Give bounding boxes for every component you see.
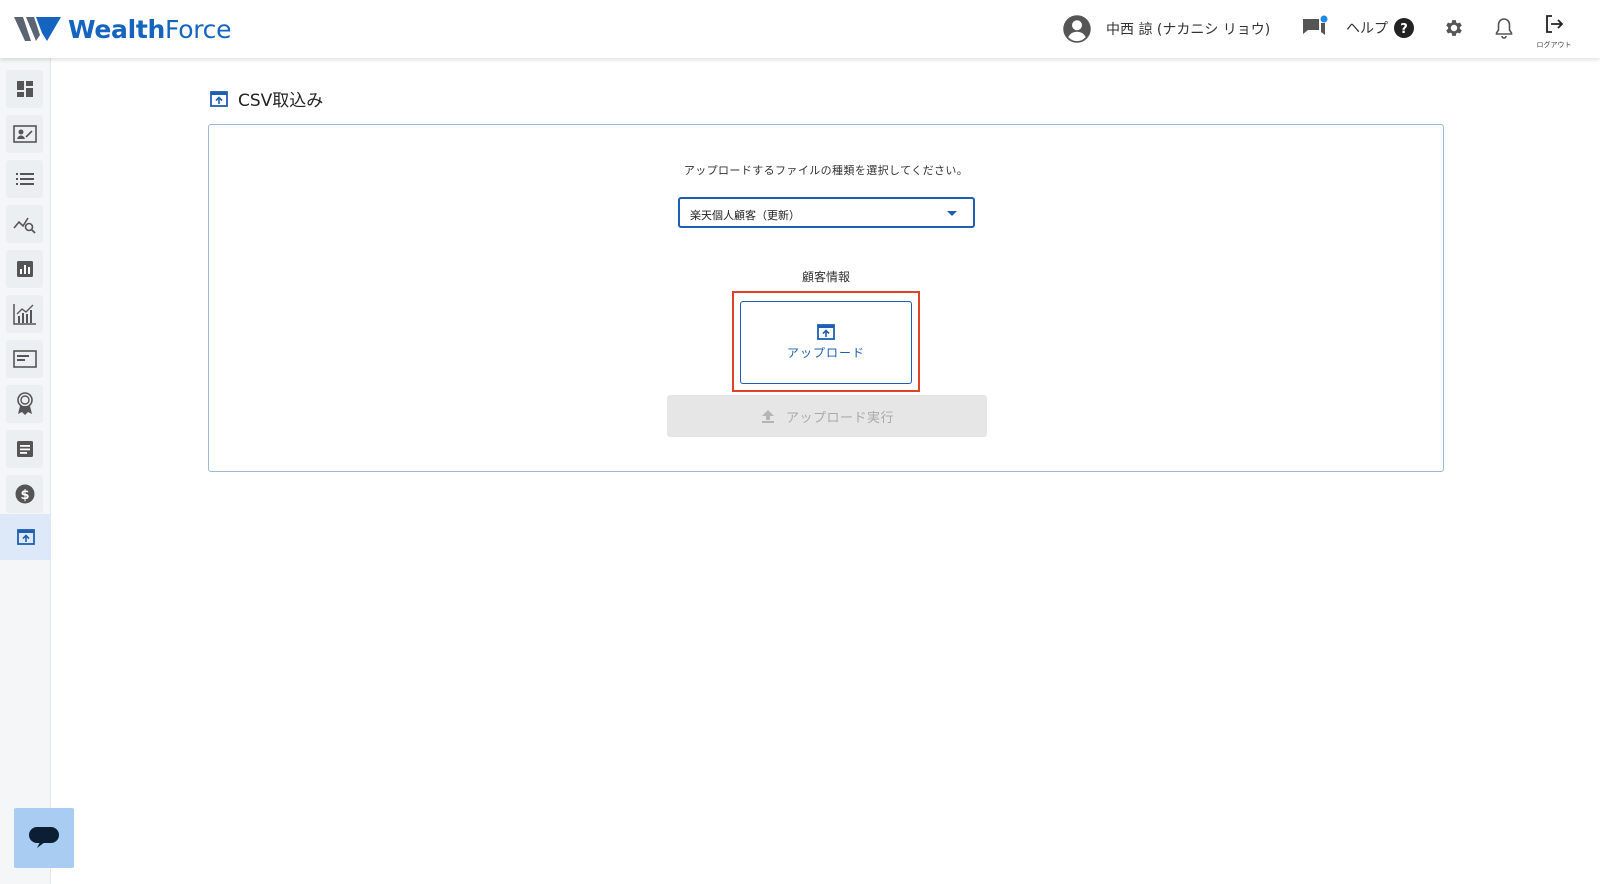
settings-button[interactable] bbox=[1443, 17, 1465, 43]
svg-text:?: ? bbox=[1400, 22, 1408, 37]
logout-label: ログアウト bbox=[1536, 41, 1572, 49]
wealthforce-logo[interactable]: WealthForce bbox=[14, 12, 231, 46]
file-type-select[interactable]: 楽天個人顧客（更新） bbox=[678, 197, 975, 228]
sidebar-item-contacts[interactable] bbox=[6, 115, 43, 153]
execute-upload-label: アップロード実行 bbox=[785, 410, 894, 426]
upload-button[interactable]: アップロード bbox=[740, 301, 912, 384]
gear-icon bbox=[1446, 20, 1462, 36]
contact-card-icon bbox=[12, 125, 37, 143]
sidebar-item-messages[interactable] bbox=[6, 340, 43, 378]
logout-button[interactable]: ログアウト bbox=[1534, 14, 1574, 50]
account-circle-icon bbox=[1063, 15, 1091, 43]
sidebar-item-document[interactable] bbox=[6, 430, 43, 468]
page-title-text: CSV取込み bbox=[238, 91, 324, 111]
bell-icon bbox=[1495, 18, 1513, 39]
upload-icon bbox=[817, 324, 835, 340]
sidebar-item-analytics[interactable] bbox=[6, 205, 43, 243]
caret-down-icon bbox=[947, 211, 957, 216]
notifications-button[interactable] bbox=[1494, 17, 1514, 43]
sidebar-item-award[interactable] bbox=[6, 385, 43, 423]
chat-notification-icon bbox=[1303, 15, 1328, 35]
upload-arrow-icon bbox=[761, 410, 774, 423]
top-header: WealthForce 中西 諒 (ナカニシ リョウ) ヘルプ ? ログアウト bbox=[0, 0, 1600, 58]
award-icon bbox=[16, 392, 33, 415]
chat-support-button[interactable] bbox=[14, 808, 74, 868]
logo-text-light: Force bbox=[165, 14, 232, 44]
sidebar-item-report[interactable] bbox=[6, 250, 43, 288]
upload-icon bbox=[16, 529, 35, 545]
dollar-icon: $ bbox=[15, 484, 34, 504]
analytics-search-icon bbox=[12, 217, 36, 234]
user-name: 中西 諒 (ナカニシ リョウ) bbox=[1106, 22, 1271, 38]
question-circle-icon: ? bbox=[1394, 18, 1414, 38]
execute-upload-button[interactable]: アップロード実行 bbox=[667, 395, 987, 437]
message-box-icon bbox=[12, 350, 37, 368]
sidebar-item-list[interactable] bbox=[6, 160, 43, 198]
sidebar-item-billing[interactable]: $ bbox=[6, 475, 43, 513]
user-menu[interactable]: 中西 諒 (ナカニシ リョウ) bbox=[1062, 13, 1270, 45]
instruction-text: アップロードするファイルの種類を選択してください。 bbox=[683, 164, 969, 177]
upload-icon bbox=[210, 90, 228, 107]
svg-text:$: $ bbox=[20, 488, 29, 503]
sidebar-item-dashboard[interactable] bbox=[6, 70, 43, 108]
growth-chart-icon bbox=[12, 304, 36, 325]
section-label: 顧客情報 bbox=[801, 270, 850, 284]
messages-button[interactable] bbox=[1301, 15, 1329, 45]
csv-import-panel: アップロードするファイルの種類を選択してください。 楽天個人顧客（更新） 顧客情… bbox=[208, 124, 1444, 472]
help-button[interactable]: ヘルプ ? bbox=[1346, 18, 1414, 38]
chat-bubble-icon bbox=[29, 827, 59, 848]
sidebar-item-growth[interactable] bbox=[6, 295, 43, 333]
bar-chart-icon bbox=[16, 261, 33, 277]
upload-button-label: アップロード bbox=[786, 346, 865, 360]
document-icon bbox=[16, 441, 33, 457]
dashboard-icon bbox=[16, 81, 33, 97]
logout-icon bbox=[1546, 15, 1564, 33]
help-label: ヘルプ bbox=[1346, 21, 1388, 37]
page-title: CSV取込み bbox=[210, 86, 323, 111]
file-type-selected-value: 楽天個人顧客（更新） bbox=[690, 209, 800, 222]
list-icon bbox=[15, 173, 34, 185]
sidebar-nav: $ bbox=[0, 58, 51, 884]
logo-text-bold: Wealth bbox=[68, 14, 166, 44]
logo-w-mark-icon bbox=[14, 17, 61, 41]
sidebar-item-csv-import[interactable] bbox=[0, 514, 51, 560]
